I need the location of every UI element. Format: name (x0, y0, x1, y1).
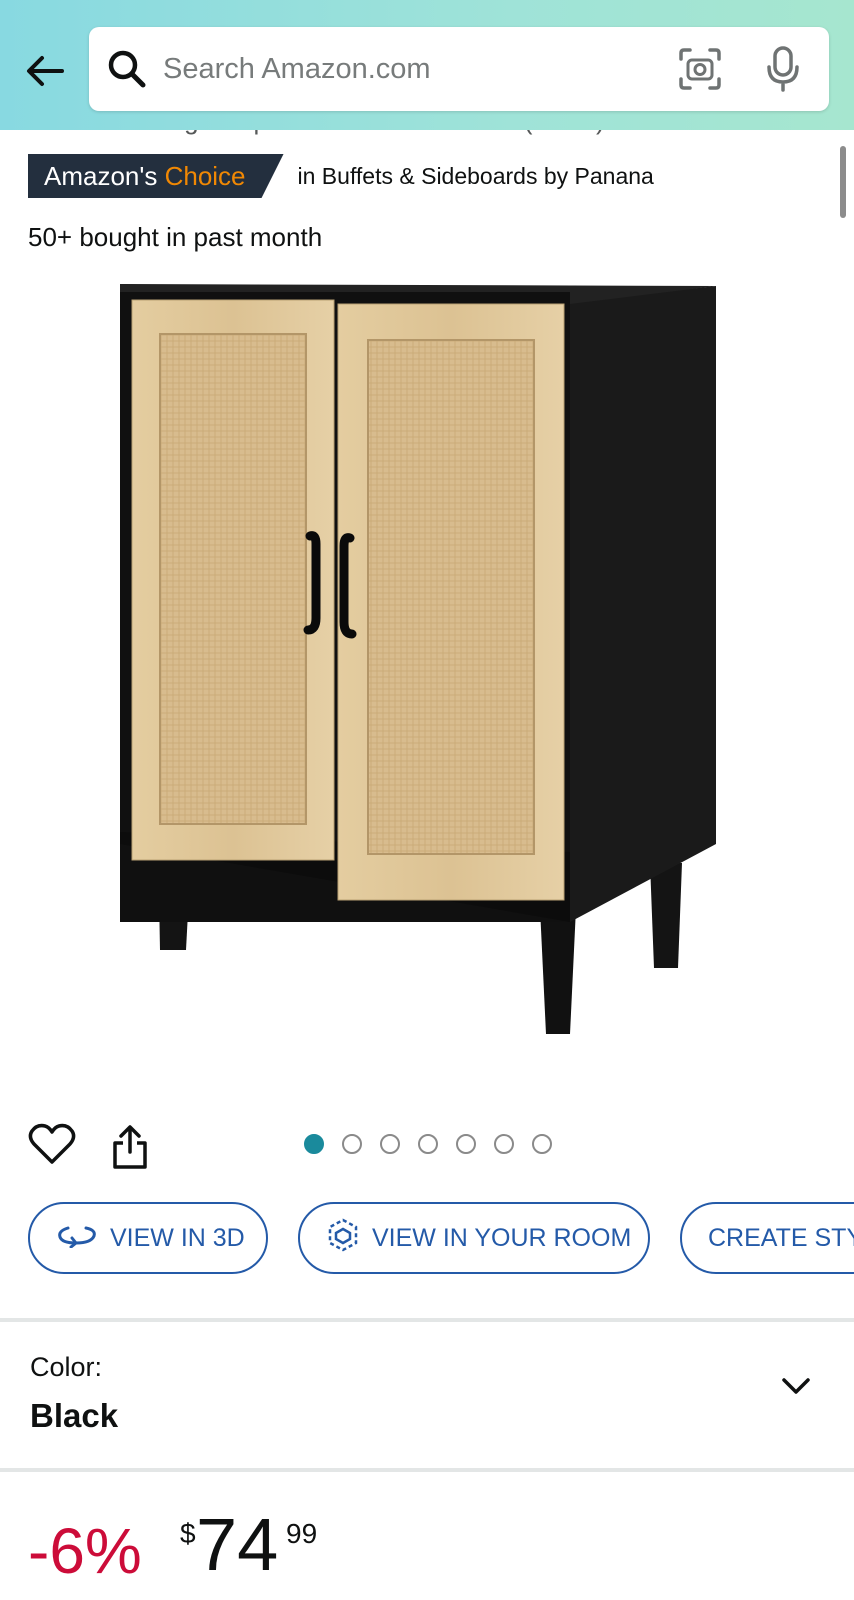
ar-cube-icon (326, 1217, 360, 1260)
view-in-3d-label: VIEW IN 3D (110, 1223, 245, 1252)
search-icon[interactable] (107, 49, 147, 89)
carousel-dot-5[interactable] (456, 1134, 476, 1154)
carousel-dot-3[interactable] (380, 1134, 400, 1154)
search-bar[interactable] (89, 27, 829, 111)
price-fraction: 99 (286, 1518, 318, 1549)
view-in-your-room-label: VIEW IN YOUR ROOM (372, 1223, 632, 1252)
image-carousel-dots (304, 1134, 552, 1154)
top-header (0, 0, 854, 130)
camera-icon[interactable] (677, 47, 723, 91)
price-currency: $ (180, 1518, 196, 1549)
badge-prefix: Amazon's (44, 161, 158, 191)
section-divider (0, 1318, 854, 1322)
search-input[interactable] (163, 47, 723, 91)
carousel-dot-1[interactable] (304, 1134, 324, 1154)
discount-percent: -6% (28, 1515, 142, 1587)
back-arrow-icon[interactable] (22, 48, 68, 94)
color-value: Black (30, 1397, 119, 1434)
view-in-3d-button[interactable]: VIEW IN 3D (28, 1202, 268, 1274)
carousel-dot-6[interactable] (494, 1134, 514, 1154)
carousel-dot-7[interactable] (532, 1134, 552, 1154)
color-label: Color: (30, 1352, 103, 1382)
microphone-icon[interactable] (763, 45, 803, 93)
view-in-your-room-button[interactable]: VIEW IN YOUR ROOM (298, 1202, 650, 1274)
share-icon[interactable] (110, 1124, 150, 1170)
bought-in-past-month: 50+ bought in past month (28, 222, 323, 252)
heart-icon[interactable] (28, 1122, 76, 1166)
amazons-choice-badge: Amazon's Choice (28, 154, 284, 198)
carousel-dot-4[interactable] (418, 1134, 438, 1154)
badge-category-text: in Buffets & Sideboards by Panana (297, 162, 654, 189)
scrollbar[interactable] (840, 146, 846, 218)
rotate-3d-icon (56, 1222, 98, 1255)
chevron-down-icon[interactable] (780, 1374, 812, 1398)
price-whole: 74 (196, 1503, 279, 1586)
section-divider (0, 1468, 854, 1472)
product-image[interactable] (110, 278, 750, 1068)
amazons-choice-row[interactable]: Amazon's Choice in Buffets & Sideboards … (28, 154, 654, 198)
create-style-button[interactable]: CREATE STY (680, 1202, 854, 1274)
badge-accent: Choice (164, 161, 246, 191)
carousel-dot-2[interactable] (342, 1134, 362, 1154)
create-style-label: CREATE STY (708, 1223, 854, 1252)
